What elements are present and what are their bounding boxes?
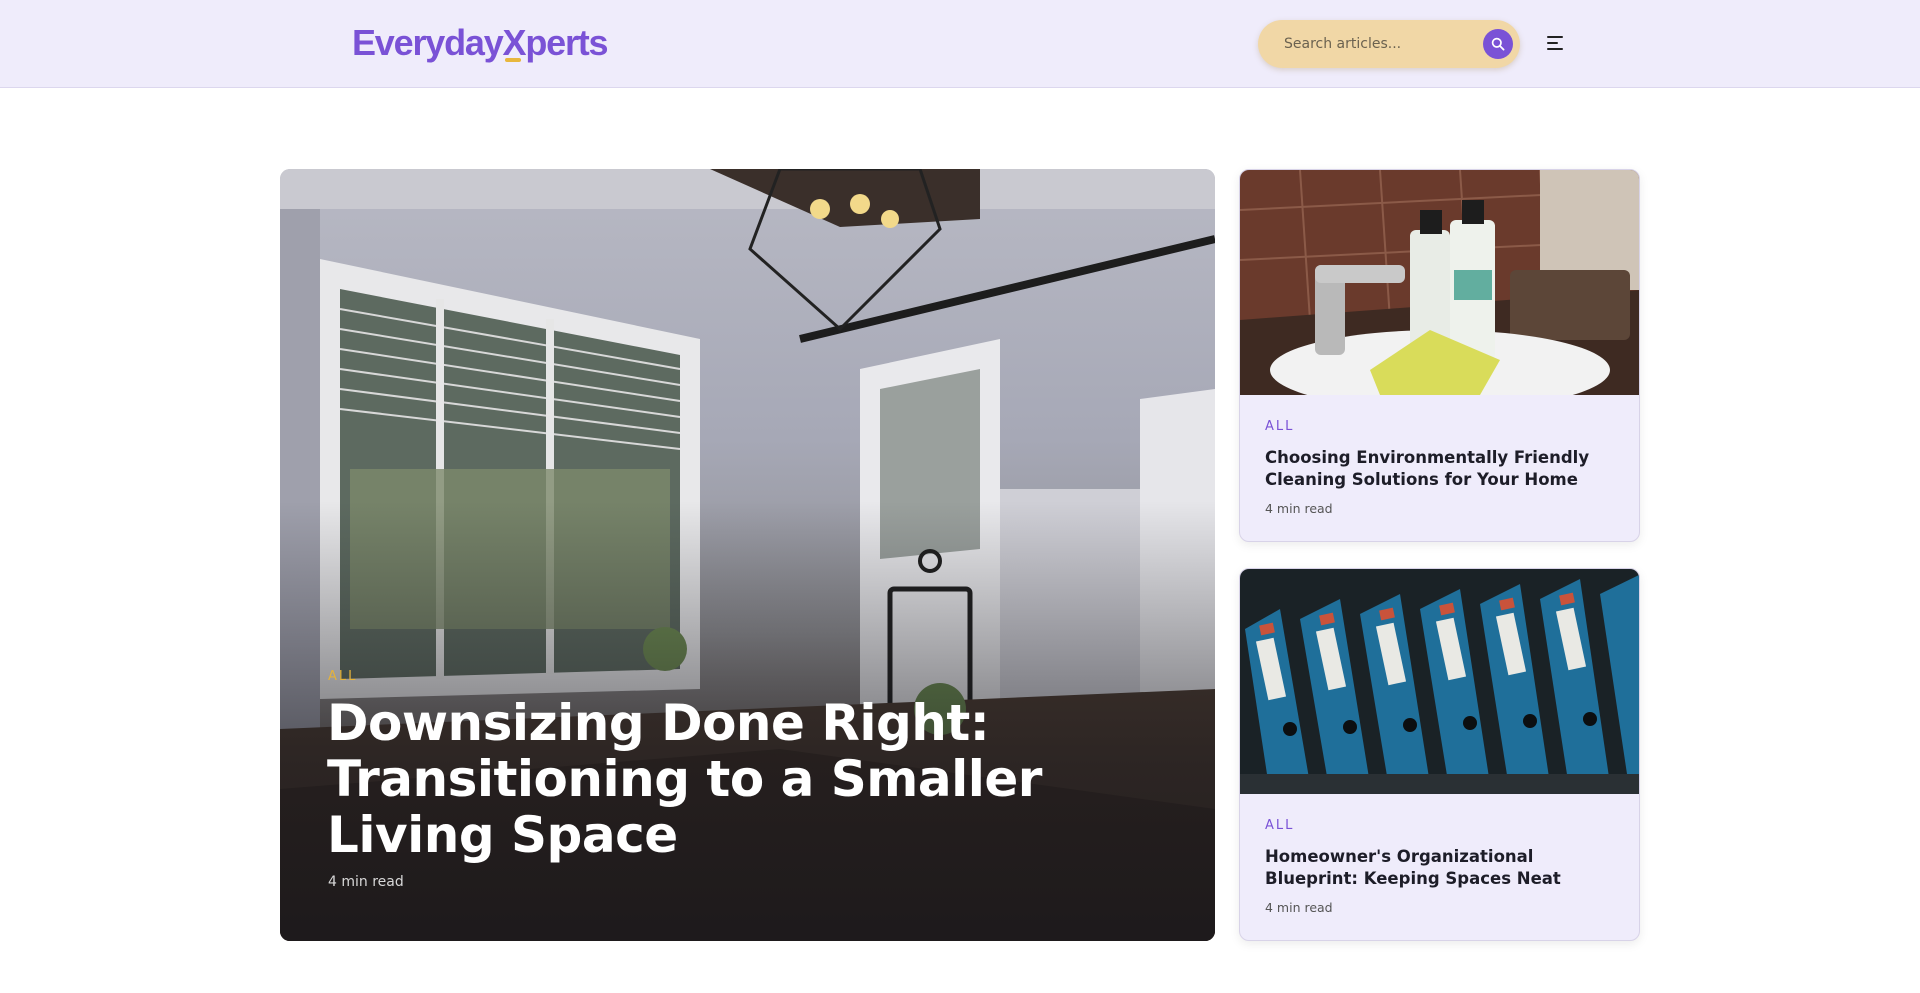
site-header: EverydayXperts — [0, 0, 1920, 88]
search-icon — [1491, 37, 1505, 51]
article-title[interactable]: Homeowner's Organizational Blueprint: Ke… — [1265, 846, 1625, 890]
search-input[interactable] — [1284, 32, 1464, 56]
logo-text-perts: perts — [525, 22, 608, 63]
menu-button[interactable] — [1546, 33, 1566, 53]
featured-article-read-time: 4 min read — [328, 874, 404, 890]
search-bar — [1258, 20, 1520, 68]
article-image-cleaning — [1240, 170, 1639, 395]
featured-article-card[interactable]: ALL Downsizing Done Right: Transitioning… — [280, 169, 1215, 941]
article-title[interactable]: Choosing Environmentally Friendly Cleani… — [1265, 447, 1625, 491]
logo-text-x: X — [502, 22, 527, 63]
article-category[interactable]: ALL — [1265, 818, 1294, 833]
featured-article-title[interactable]: Downsizing Done Right: Transitioning to … — [327, 695, 1167, 863]
article-image-binders — [1240, 569, 1639, 794]
featured-article-category[interactable]: ALL — [328, 669, 357, 684]
menu-icon-line — [1547, 48, 1563, 50]
search-button[interactable] — [1483, 29, 1513, 59]
article-card[interactable]: ALL Homeowner's Organizational Blueprint… — [1239, 568, 1640, 941]
site-logo[interactable]: EverydayXperts — [352, 22, 609, 64]
menu-icon-line — [1547, 42, 1558, 44]
article-read-time: 4 min read — [1265, 501, 1333, 516]
article-card[interactable]: ALL Choosing Environmentally Friendly Cl… — [1239, 169, 1640, 542]
logo-text-everyday: Everyday — [352, 22, 504, 63]
article-category[interactable]: ALL — [1265, 419, 1294, 434]
article-read-time: 4 min read — [1265, 900, 1333, 915]
menu-icon-line — [1547, 36, 1563, 38]
